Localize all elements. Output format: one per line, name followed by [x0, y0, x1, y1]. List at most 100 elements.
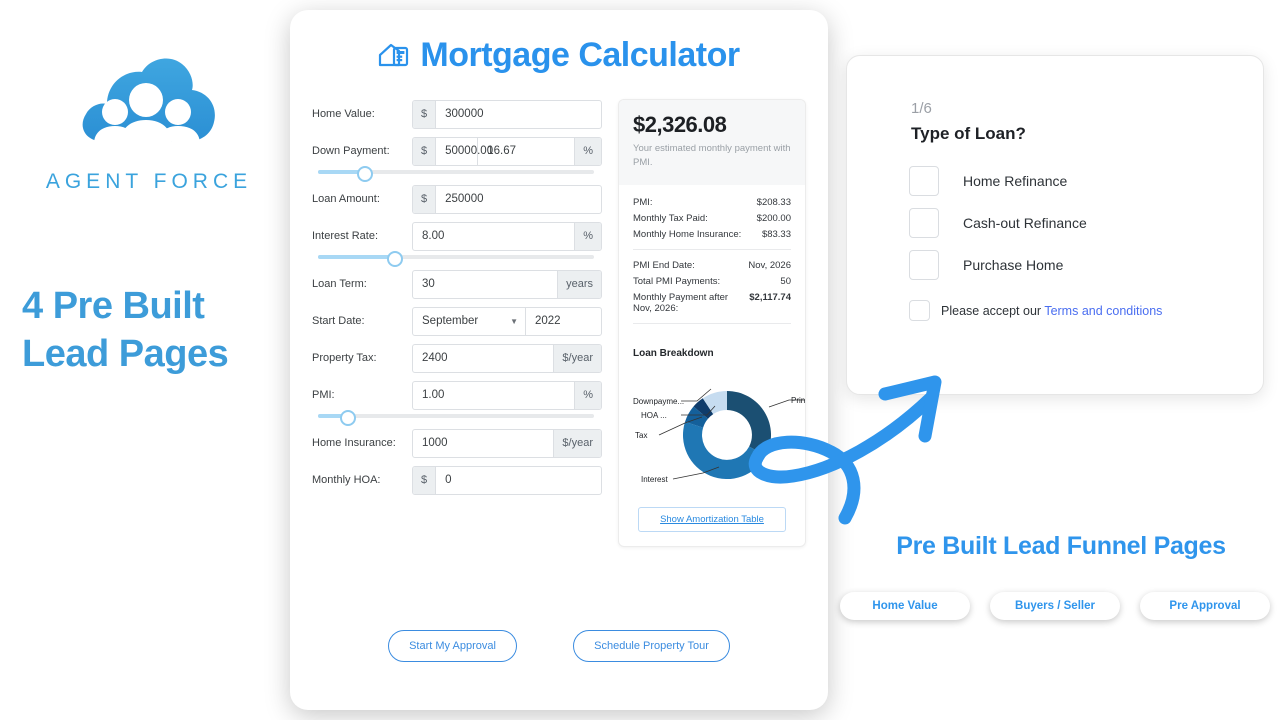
- per-year-suffix: $/year: [553, 429, 601, 457]
- down-payment-slider[interactable]: [318, 166, 594, 182]
- headline-line-2: Lead Pages: [22, 332, 229, 375]
- field-interest-rate: Interest Rate: 8.00 %: [312, 221, 602, 251]
- terms-and-conditions-link[interactable]: Terms and conditions: [1044, 304, 1162, 318]
- terms-checkbox-icon[interactable]: [909, 300, 930, 321]
- divider: [633, 248, 791, 250]
- result-value: 50: [780, 275, 791, 287]
- start-year-input[interactable]: 2022: [526, 308, 601, 335]
- calculator-title: Mortgage Calculator: [420, 36, 740, 74]
- page-headline: 4 Pre Built Lead Pages: [22, 283, 312, 378]
- result-value: $2,117.74: [749, 291, 791, 303]
- calculator-title-row: Mortgage Calculator: [290, 36, 828, 75]
- slider-thumb[interactable]: [356, 166, 373, 182]
- result-row: PMI End Date: Nov, 2026: [633, 260, 791, 271]
- checkbox-icon[interactable]: [909, 208, 939, 238]
- field-label: Home Insurance:: [312, 437, 396, 449]
- field-start-date: Start Date: September ▼ 2022: [312, 306, 602, 336]
- currency-prefix: $: [413, 100, 437, 128]
- result-row: Monthly Home Insurance: $83.33: [633, 229, 791, 240]
- result-row: Monthly Tax Paid: $200.00: [633, 213, 791, 224]
- result-row: PMI: $208.33: [633, 197, 791, 208]
- option-label: Home Refinance: [963, 173, 1068, 189]
- schedule-property-tour-button[interactable]: Schedule Property Tour: [573, 630, 730, 662]
- slider-thumb[interactable]: [387, 251, 404, 267]
- monthly-payment-amount: $2,326.08: [633, 112, 727, 137]
- field-label: Property Tax:: [312, 352, 377, 364]
- result-value: $208.33: [756, 196, 791, 208]
- field-label: PMI:: [312, 389, 335, 401]
- property-tax-input[interactable]: 2400: [413, 345, 553, 372]
- option-label: Purchase Home: [963, 257, 1064, 273]
- field-label: Home Value:: [312, 108, 375, 120]
- calculator-actions: Start My Approval Schedule Property Tour: [290, 630, 828, 662]
- cloud-people-logo: [82, 58, 215, 144]
- result-key: PMI End Date:: [633, 259, 695, 271]
- interest-rate-slider[interactable]: [318, 251, 594, 267]
- results-details: PMI: $208.33 Monthly Tax Paid: $200.00 M…: [619, 185, 805, 346]
- question-title: Type of Loan?: [911, 124, 1026, 143]
- down-payment-amount-input[interactable]: 50000.00: [436, 137, 493, 165]
- loan-term-input[interactable]: 30: [413, 271, 557, 298]
- chart-label-downpayment: Downpayme...: [633, 397, 684, 406]
- checkbox-icon[interactable]: [909, 166, 939, 196]
- pmi-input[interactable]: 1.00: [413, 382, 574, 409]
- results-summary: $2,326.08 Your estimated monthly payment…: [619, 100, 805, 185]
- terms-row[interactable]: Please accept our Terms and conditions: [909, 300, 1233, 321]
- chart-label-hoa: HOA ...: [641, 411, 667, 420]
- funnel-button-home-value[interactable]: Home Value: [840, 592, 970, 620]
- result-row: Monthly Payment after Nov, 2026: $2,117.…: [633, 292, 791, 314]
- terms-prefix: Please accept our: [941, 303, 1042, 318]
- funnel-button-buyers-seller[interactable]: Buyers / Seller: [990, 592, 1120, 620]
- start-month-select[interactable]: September ▼: [413, 307, 526, 335]
- funnel-button-pre-approval[interactable]: Pre Approval: [1140, 592, 1270, 620]
- field-down-payment: Down Payment: $ 50000.00 16.67 %: [312, 136, 602, 166]
- home-insurance-input[interactable]: 1000: [413, 430, 553, 457]
- home-value-input[interactable]: 300000: [436, 101, 601, 128]
- field-label: Start Date:: [312, 315, 365, 327]
- result-value: $200.00: [756, 212, 791, 224]
- start-my-approval-button[interactable]: Start My Approval: [388, 630, 517, 662]
- brand-block: AGENT FORCE: [44, 44, 254, 194]
- option-home-refinance[interactable]: Home Refinance: [909, 160, 1233, 202]
- monthly-hoa-input[interactable]: 0: [436, 467, 601, 494]
- percent-suffix: %: [574, 381, 601, 409]
- field-monthly-hoa: Monthly HOA: $ 0: [312, 465, 602, 495]
- currency-prefix: $: [413, 137, 437, 165]
- pmi-slider[interactable]: [318, 410, 594, 426]
- years-suffix: years: [557, 270, 601, 298]
- interest-rate-input[interactable]: 8.00: [413, 223, 574, 250]
- currency-prefix: $: [413, 466, 437, 494]
- chart-label-tax: Tax: [635, 431, 647, 440]
- start-month-value: September: [422, 315, 479, 327]
- field-label: Interest Rate:: [312, 230, 379, 242]
- field-home-insurance: Home Insurance: 1000 $/year: [312, 428, 602, 458]
- calculator-form: Home Value: $ 300000 Down Payment: $ 500…: [312, 99, 602, 547]
- field-label: Monthly HOA:: [312, 474, 381, 486]
- per-year-suffix: $/year: [553, 344, 601, 372]
- monthly-payment-caption: Your estimated monthly payment with PMI.: [633, 143, 791, 169]
- down-payment-percent-input[interactable]: 16.67: [478, 138, 574, 165]
- option-purchase-home[interactable]: Purchase Home: [909, 244, 1233, 286]
- option-cash-out-refinance[interactable]: Cash-out Refinance: [909, 202, 1233, 244]
- brand-wordmark: AGENT FORCE: [45, 170, 253, 193]
- headline-line-1: 4 Pre Built: [22, 285, 205, 327]
- result-value: $83.33: [761, 228, 791, 240]
- field-loan-term: Loan Term: 30 years: [312, 269, 602, 299]
- funnel-buttons: Home Value Buyers / Seller Pre Approval: [840, 592, 1270, 620]
- result-key: Monthly Payment after Nov, 2026:: [633, 291, 729, 314]
- checkbox-icon[interactable]: [909, 250, 939, 280]
- funnel-title: Pre Built Lead Funnel Pages: [896, 532, 1226, 560]
- result-row: Total PMI Payments: 50: [633, 276, 791, 287]
- divider: [633, 322, 791, 324]
- field-label: Down Payment:: [312, 145, 390, 157]
- loan-amount-input[interactable]: 250000: [436, 186, 601, 213]
- terms-text: Please accept our Terms and conditions: [941, 304, 1162, 318]
- currency-prefix: $: [413, 185, 437, 213]
- slider-thumb[interactable]: [340, 410, 357, 426]
- chevron-down-icon: ▼: [510, 316, 518, 326]
- field-home-value: Home Value: $ 300000: [312, 99, 602, 129]
- chart-label-interest: Interest: [641, 475, 668, 484]
- result-key: PMI:: [633, 196, 653, 208]
- field-label: Loan Amount:: [312, 193, 380, 205]
- poster-canvas: AGENT FORCE 4 Pre Built Lead Pages Mortg…: [0, 0, 1280, 720]
